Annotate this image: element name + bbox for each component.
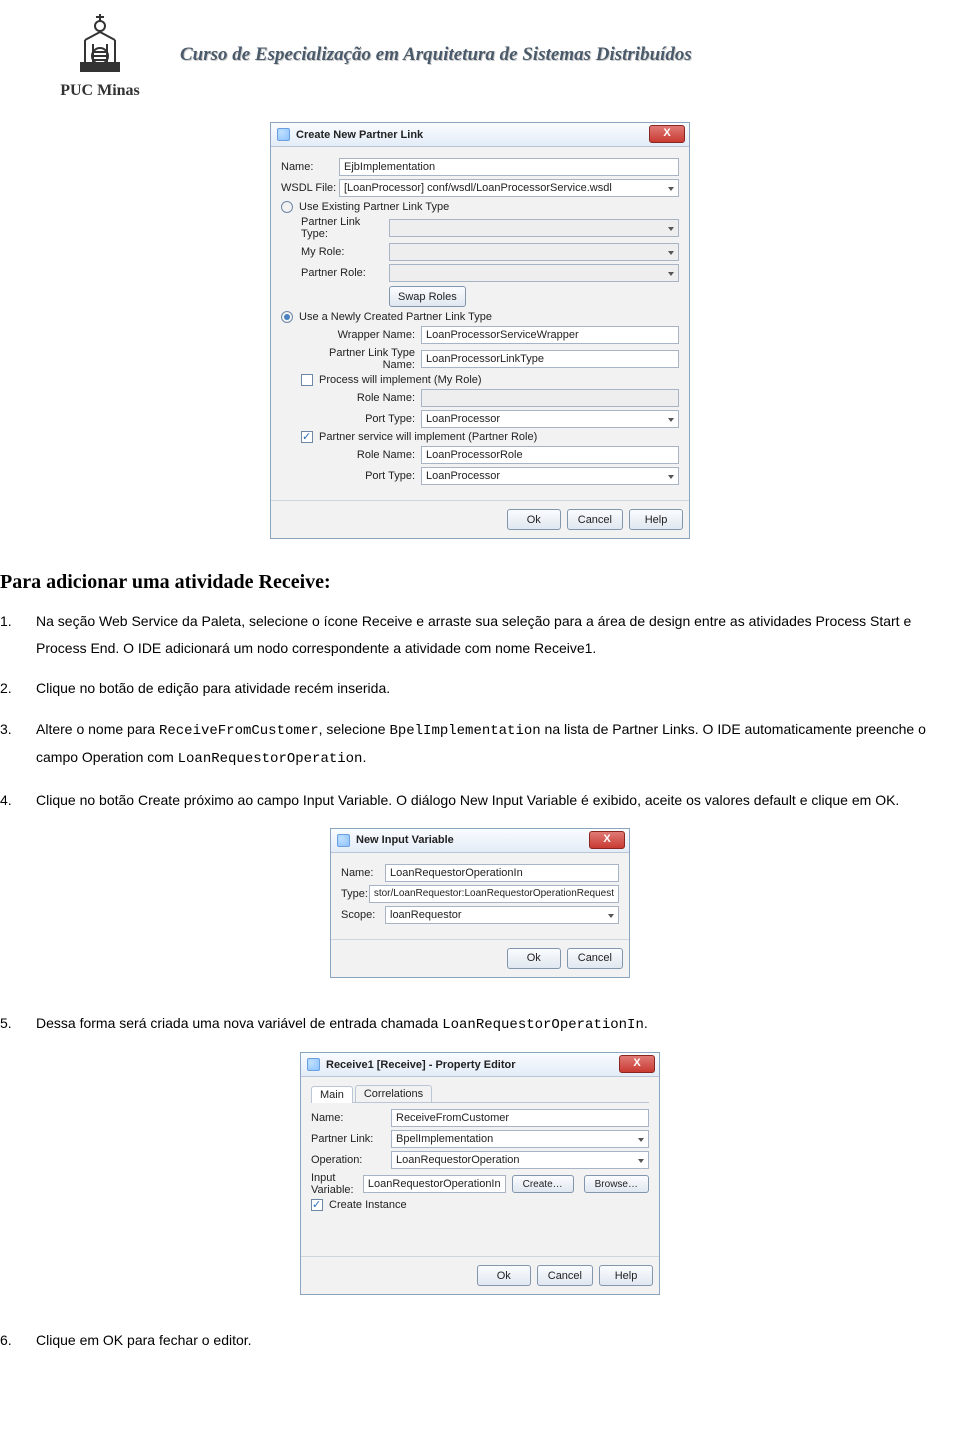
check-process-impl[interactable] (301, 374, 313, 386)
dialog-title: Receive1 [Receive] - Property Editor (326, 1059, 516, 1071)
input-variable-input[interactable]: LoanRequestorOperationIn (363, 1175, 506, 1193)
check-process-label: Process will implement (My Role) (319, 374, 482, 386)
step-number: 5. (0, 1010, 22, 1039)
name-input[interactable]: ReceiveFromCustomer (391, 1109, 649, 1127)
port-type-2-combo[interactable]: LoanProcessor (421, 467, 679, 485)
check-partner-label: Partner service will implement (Partner … (319, 431, 537, 443)
app-icon (277, 128, 290, 141)
wsdl-file-combo[interactable]: [LoanProcessor] conf/wsdl/LoanProcessorS… (339, 179, 679, 197)
create-button[interactable]: Create… (512, 1175, 574, 1193)
logo-block: PUC Minas (60, 10, 140, 100)
tab-main[interactable]: Main (311, 1086, 353, 1103)
receive-property-editor-dialog: Receive1 [Receive] - Property Editor X M… (300, 1052, 660, 1295)
close-button[interactable]: X (649, 125, 685, 143)
ok-button[interactable]: Ok (507, 509, 561, 530)
wrapper-name-input[interactable]: LoanProcessorServiceWrapper (421, 326, 679, 344)
partner-link-combo[interactable]: BpelImplementation (391, 1130, 649, 1148)
step-number: 1. (0, 608, 22, 661)
label-input-variable: Input Variable: (311, 1172, 363, 1196)
step-number: 3. (0, 716, 22, 773)
radio-new-label: Use a Newly Created Partner Link Type (299, 311, 492, 323)
step-5: Dessa forma será criada uma nova variáve… (36, 1010, 960, 1039)
label-porttype1: Port Type: (301, 413, 421, 425)
dialog-titlebar: New Input Variable X (331, 829, 629, 853)
label-name: Name: (311, 1112, 391, 1124)
label-plt-name: Partner Link Type Name: (301, 347, 421, 371)
label-wsdl: WSDL File: (281, 182, 339, 194)
label-myrole: My Role: (301, 246, 389, 258)
label-partner-link: Partner Link: (311, 1133, 391, 1145)
dialog-title: Create New Partner Link (296, 129, 423, 141)
port-type-1-combo[interactable]: LoanProcessor (421, 410, 679, 428)
page-header: PUC Minas Curso de Especialização em Arq… (0, 10, 960, 110)
step-number: 6. (0, 1327, 22, 1354)
step-4: Clique no botão Create próximo ao campo … (36, 787, 960, 814)
step-6: Clique em OK para fechar o editor. (36, 1327, 960, 1354)
label-rolename2: Role Name: (301, 449, 421, 461)
ok-button[interactable]: Ok (477, 1265, 531, 1286)
label-porttype2: Port Type: (301, 470, 421, 482)
label-wrapper-name: Wrapper Name: (301, 329, 421, 341)
create-partner-link-dialog: Create New Partner Link X Name: EjbImple… (270, 122, 690, 539)
check-create-instance[interactable] (311, 1199, 323, 1211)
step-1: Na seção Web Service da Paleta, selecion… (36, 608, 960, 661)
close-button[interactable]: X (589, 831, 625, 849)
radio-existing[interactable] (281, 201, 293, 213)
type-input[interactable]: stor/LoanRequestor:LoanRequestorOperatio… (369, 885, 619, 903)
close-button[interactable]: X (619, 1055, 655, 1073)
cancel-button[interactable]: Cancel (567, 509, 623, 530)
step-2: Clique no botão de edição para atividade… (36, 675, 960, 702)
partner-role-combo (389, 264, 679, 282)
label-name: Name: (281, 161, 339, 173)
role-name-1-input (421, 389, 679, 407)
dialog-title: New Input Variable (356, 834, 454, 846)
label-type: Type: (341, 888, 369, 900)
operation-combo[interactable]: LoanRequestorOperation (391, 1151, 649, 1169)
new-input-variable-dialog: New Input Variable X Name:LoanRequestorO… (330, 828, 630, 978)
name-input[interactable]: LoanRequestorOperationIn (385, 864, 619, 882)
step-number: 2. (0, 675, 22, 702)
app-icon (337, 834, 350, 847)
course-title: Curso de Especialização em Arquitetura d… (180, 44, 692, 66)
label-scope: Scope: (341, 909, 385, 921)
role-name-2-input[interactable]: LoanProcessorRole (421, 446, 679, 464)
check-partner-impl[interactable] (301, 431, 313, 443)
name-input[interactable]: EjbImplementation (339, 158, 679, 176)
label-rolename1: Role Name: (301, 392, 421, 404)
plt-name-input[interactable]: LoanProcessorLinkType (421, 350, 679, 368)
scope-combo[interactable]: loanRequestor (385, 906, 619, 924)
puc-logo-icon (60, 10, 140, 80)
radio-existing-label: Use Existing Partner Link Type (299, 201, 449, 213)
label-operation: Operation: (311, 1154, 391, 1166)
label-plt: Partner Link Type: (301, 216, 389, 240)
browse-button[interactable]: Browse… (584, 1175, 649, 1193)
dialog-titlebar: Create New Partner Link X (271, 123, 689, 147)
cancel-button[interactable]: Cancel (567, 948, 623, 969)
step-3: Altere o nome para ReceiveFromCustomer, … (36, 716, 960, 773)
dialog-titlebar: Receive1 [Receive] - Property Editor X (301, 1053, 659, 1077)
my-role-combo (389, 243, 679, 261)
tab-correlations[interactable]: Correlations (355, 1085, 432, 1102)
step-number: 4. (0, 787, 22, 814)
swap-roles-button[interactable]: Swap Roles (389, 286, 466, 307)
section-heading: Para adicionar uma atividade Receive: (0, 571, 960, 594)
label-name: Name: (341, 867, 385, 879)
check-create-instance-label: Create Instance (329, 1199, 407, 1211)
app-icon (307, 1058, 320, 1071)
radio-new[interactable] (281, 311, 293, 323)
partner-link-type-combo (389, 219, 679, 237)
help-button[interactable]: Help (599, 1265, 653, 1286)
cancel-button[interactable]: Cancel (537, 1265, 593, 1286)
ok-button[interactable]: Ok (507, 948, 561, 969)
logo-text: PUC Minas (60, 82, 140, 100)
label-prole: Partner Role: (301, 267, 389, 279)
help-button[interactable]: Help (629, 509, 683, 530)
